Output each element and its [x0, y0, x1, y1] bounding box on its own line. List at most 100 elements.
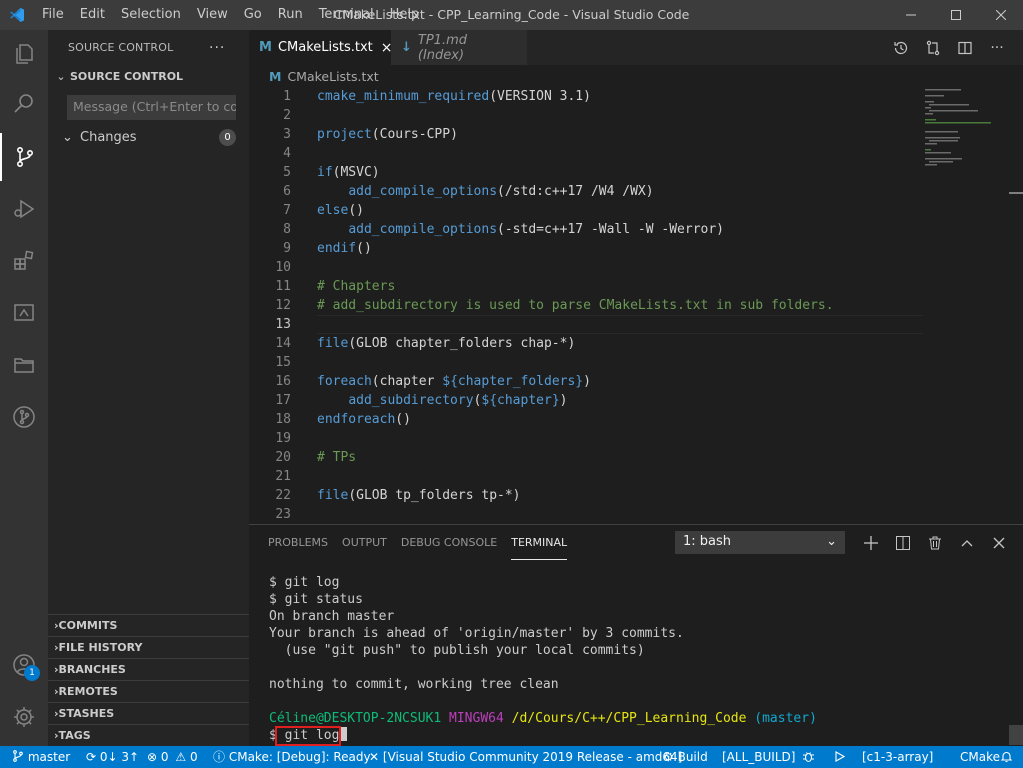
file-history-section[interactable]: › FILE HISTORY — [48, 636, 249, 658]
status-target[interactable]: [ALL_BUILD] — [722, 746, 795, 768]
gear-icon: ⚙ — [663, 750, 674, 764]
status-launch-target[interactable]: [c1-3-array] — [862, 746, 933, 768]
code-line[interactable]: 17 add_subdirectory(${chapter}) — [249, 391, 1023, 410]
warning-icon: ⚠ — [175, 750, 187, 764]
source-control-section-header[interactable]: ⌄ SOURCE CONTROL — [48, 65, 249, 87]
code-line[interactable]: 14 file(GLOB chapter_folders chap-*) — [249, 334, 1023, 353]
menu-run[interactable]: Run — [270, 0, 311, 30]
more-editor-actions-icon[interactable]: ··· — [981, 40, 1013, 56]
code-line[interactable]: 4 — [249, 144, 1023, 163]
code-line[interactable]: 13 — [249, 315, 1023, 334]
run-debug-icon[interactable] — [0, 185, 48, 233]
run-play-icon[interactable] — [834, 746, 846, 768]
status-cmake[interactable]: ⓘ CMake: [Debug]: Ready — [213, 746, 371, 768]
close-panel-icon[interactable] — [983, 537, 1015, 549]
extensions-icon[interactable] — [0, 237, 48, 285]
more-actions-icon[interactable]: ··· — [209, 40, 225, 56]
menu-go[interactable]: Go — [236, 0, 270, 30]
terminal-select[interactable]: 1: bash ⌄ — [675, 531, 845, 554]
close-window-button[interactable] — [978, 0, 1023, 30]
commit-message-input[interactable]: Message (Ctrl+Enter to co... — [67, 95, 236, 120]
status-language[interactable]: CMake — [960, 746, 1000, 768]
code-text: # TPs — [317, 450, 357, 465]
code-line[interactable]: 8 add_compile_options(-std=c++17 -Wall -… — [249, 220, 1023, 239]
code-line[interactable]: 10 — [249, 258, 1023, 277]
tab-cmakelists[interactable]: M CMakeLists.txt × — [249, 30, 393, 65]
explorer-icon[interactable] — [0, 30, 48, 78]
line-number: 15 — [275, 355, 291, 370]
menu-file[interactable]: File — [34, 0, 72, 30]
menu-terminal[interactable]: Terminal — [311, 0, 382, 30]
code-line[interactable]: 18 endforeach() — [249, 410, 1023, 429]
split-editor-icon[interactable] — [949, 40, 981, 56]
code-line[interactable]: 7 else() — [249, 201, 1023, 220]
tools-icon: ✕ — [369, 750, 380, 764]
line-number: 18 — [275, 412, 291, 427]
remote-explorer-icon[interactable] — [0, 289, 48, 337]
breadcrumb-file[interactable]: CMakeLists.txt — [287, 69, 378, 84]
stashes-section[interactable]: › STASHES — [48, 702, 249, 724]
code-line[interactable]: 23 — [249, 505, 1023, 524]
tab-problems[interactable]: PROBLEMS — [268, 525, 328, 560]
tab-debug-console[interactable]: DEBUG CONSOLE — [401, 525, 497, 560]
line-number: 16 — [275, 374, 291, 389]
notifications-bell-icon[interactable] — [1000, 746, 1013, 768]
open-changes-icon[interactable] — [917, 40, 949, 56]
code-line[interactable]: 2 — [249, 106, 1023, 125]
accounts-icon[interactable]: 1 — [0, 641, 48, 689]
code-line[interactable]: 15 — [249, 353, 1023, 372]
prompt-user-host: Céline@DESKTOP-2NCSUK1 — [269, 711, 442, 726]
search-icon[interactable] — [0, 80, 48, 128]
changes-group[interactable]: ⌄ Changes 0 — [48, 126, 249, 148]
status-branch[interactable]: master — [12, 746, 70, 768]
manage-gear-icon[interactable] — [0, 693, 48, 741]
code-line[interactable]: 21 — [249, 467, 1023, 486]
status-kit[interactable]: ✕ [Visual Studio Community 2019 Release … — [369, 746, 682, 768]
code-line[interactable]: 9 endif() — [249, 239, 1023, 258]
terminal-scrollbar[interactable] — [1009, 725, 1023, 745]
code-line[interactable]: 6 add_compile_options(/std:c++17 /W4 /WX… — [249, 182, 1023, 201]
line-number: 17 — [275, 393, 291, 408]
source-control-icon[interactable] — [0, 133, 48, 181]
status-build[interactable]: ⚙ Build — [663, 746, 708, 768]
code-line[interactable]: 22 file(GLOB tp_folders tp-*) — [249, 486, 1023, 505]
code-line[interactable]: 1 cmake_minimum_required(VERSION 3.1) — [249, 87, 1023, 106]
tab-terminal[interactable]: TERMINAL — [511, 525, 568, 560]
folder-icon[interactable] — [0, 341, 48, 389]
tab-output[interactable]: OUTPUT — [342, 525, 387, 560]
status-problems[interactable]: ⊗ 0 ⚠ 0 — [147, 746, 198, 768]
code-editor[interactable]: 1 cmake_minimum_required(VERSION 3.1) 2 3 pr… — [249, 87, 1023, 524]
code-text: endif() — [317, 241, 372, 256]
maximize-panel-chevron-up-icon[interactable] — [951, 536, 983, 550]
code-line[interactable]: 19 — [249, 429, 1023, 448]
minimap[interactable] — [925, 87, 1009, 167]
menu-edit[interactable]: Edit — [72, 0, 113, 30]
code-line[interactable]: 5 if(MSVC) — [249, 163, 1023, 182]
tab-tp1-md[interactable]: ↓ TP1.md (Index) — [391, 30, 527, 65]
split-terminal-icon[interactable] — [887, 535, 919, 550]
code-line[interactable]: 3 project(Cours-CPP) — [249, 125, 1023, 144]
menu-selection[interactable]: Selection — [113, 0, 189, 30]
branches-section[interactable]: › BRANCHES — [48, 658, 249, 680]
editor-scrollbar[interactable] — [1009, 87, 1023, 524]
remotes-section[interactable]: › REMOTES — [48, 680, 249, 702]
code-text: if(MSVC) — [317, 165, 380, 180]
menu-view[interactable]: View — [189, 0, 236, 30]
code-line[interactable]: 16 foreach(chapter ${chapter_folders}) — [249, 372, 1023, 391]
timeline-history-icon[interactable] — [885, 40, 917, 56]
commits-section[interactable]: › COMMITS — [48, 614, 249, 636]
code-line[interactable]: 12 # add_subdirectory is used to parse CM… — [249, 296, 1023, 315]
code-line[interactable]: 11 # Chapters — [249, 277, 1023, 296]
tags-section[interactable]: › TAGS — [48, 724, 249, 746]
git-graph-icon[interactable] — [0, 393, 48, 441]
kit-label: [Visual Studio Community 2019 Release - … — [382, 750, 683, 764]
debug-bug-icon[interactable] — [802, 746, 815, 768]
maximize-button[interactable] — [933, 0, 978, 30]
status-sync[interactable]: ⟳ 0↓ 3↑ — [86, 746, 139, 768]
line-number: 22 — [275, 488, 291, 503]
new-terminal-icon[interactable] — [855, 535, 887, 550]
kill-terminal-trash-icon[interactable] — [919, 536, 951, 550]
minimize-button[interactable] — [888, 0, 933, 30]
code-line[interactable]: 20 # TPs — [249, 448, 1023, 467]
menu-help[interactable]: Help — [382, 0, 428, 30]
